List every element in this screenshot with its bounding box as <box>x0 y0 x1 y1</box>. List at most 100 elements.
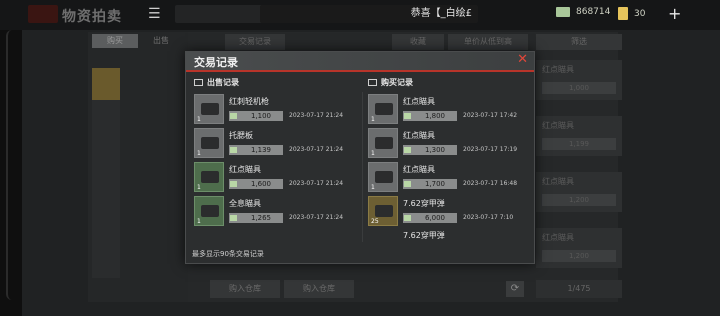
filter-button[interactable]: 筛选 <box>536 34 622 50</box>
buy-record-row: 1 红点瞄具 1,800 2023-07-17 17:42 <box>368 94 534 124</box>
add-currency-button[interactable]: + <box>668 4 681 23</box>
price-bar: 1,300 <box>403 145 457 155</box>
price-value: 1,600 <box>250 180 272 188</box>
item-thumbnail: 1 <box>368 128 398 158</box>
item-name: 红点瞄具 <box>542 177 574 186</box>
item-thumbnail: 25 <box>368 196 398 226</box>
category-active[interactable] <box>92 68 120 100</box>
collect-button[interactable]: 收藏 <box>392 34 444 50</box>
sell-button[interactable]: 购入仓库 <box>284 280 354 298</box>
cash-amount: 868714 <box>576 7 611 17</box>
item-thumbnail: 1 <box>194 128 224 158</box>
list-item[interactable]: 红点瞄具 1,000 <box>536 60 622 100</box>
close-icon[interactable]: ✕ <box>517 52 528 67</box>
buy-sell-toggle: 购买 出售 <box>92 34 184 48</box>
item-count: 1 <box>197 218 201 225</box>
back-button[interactable] <box>28 5 58 23</box>
record-date: 2023-07-17 17:42 <box>463 112 518 119</box>
ammo-icon <box>375 205 393 217</box>
item-thumbnail: 1 <box>194 196 224 226</box>
coupon-icon <box>618 7 628 20</box>
price-value: 1,300 <box>424 146 446 154</box>
left-edge-curve <box>6 30 18 300</box>
cash-display: 868714 <box>556 7 610 17</box>
cash-icon <box>230 215 237 221</box>
buy-records-header: 购买记录 <box>368 77 413 88</box>
cash-icon <box>404 147 411 153</box>
right-item-column: 红点瞄具 1,000 红点瞄具 1,199 红点瞄具 1,200 红点瞄具 1,… <box>536 60 622 300</box>
item-name: 红点瞄具 <box>403 131 435 140</box>
buy-record-row: 1 红点瞄具 1,300 2023-07-17 17:19 <box>368 128 534 158</box>
cash-icon <box>230 113 237 119</box>
item-thumbnail: 1 <box>368 162 398 192</box>
sell-records-header: 出售记录 <box>194 77 239 88</box>
cash-icon <box>404 181 411 187</box>
item-name: 托腮板 <box>229 131 253 140</box>
record-date: 2023-07-17 21:24 <box>289 146 344 153</box>
price-value: 6,000 <box>424 214 446 222</box>
trade-record-button[interactable]: 交易记录 <box>225 34 285 50</box>
item-name: 7.62穿甲弹 <box>403 231 445 240</box>
page-title: 物资拍卖 <box>62 9 122 25</box>
record-date: 2023-07-17 16:48 <box>463 180 518 187</box>
price-bar: 1,800 <box>403 111 457 121</box>
stock-pad-icon <box>201 137 219 149</box>
item-name: 红刺轻机枪 <box>229 97 269 106</box>
item-count: 1 <box>371 150 375 157</box>
item-price: 1,199 <box>542 138 616 150</box>
item-name: 红点瞄具 <box>542 121 574 130</box>
sell-records-title: 出售记录 <box>207 78 239 87</box>
record-date: 2023-07-17 21:24 <box>289 180 344 187</box>
item-thumbnail: 1 <box>368 94 398 124</box>
header-accent <box>186 70 534 72</box>
mail-icon <box>194 79 203 86</box>
machine-gun-icon <box>201 103 219 115</box>
warehouse-button[interactable]: 购入仓库 <box>210 280 280 298</box>
item-thumbnail: 1 <box>194 94 224 124</box>
price-bar: 6,000 <box>403 213 457 223</box>
red-dot-sight-icon <box>375 103 393 115</box>
sell-record-row: 1 全息瞄具 1,265 2023-07-17 21:24 <box>194 196 360 226</box>
price-bar: 1,100 <box>229 111 283 121</box>
cash-icon <box>404 215 411 221</box>
cash-icon <box>404 113 411 119</box>
price-value: 1,800 <box>424 112 446 120</box>
record-date: 2023-07-17 21:24 <box>289 214 344 221</box>
column-divider <box>362 92 363 242</box>
price-bar: 1,265 <box>229 213 283 223</box>
refresh-icon[interactable]: ⟳ <box>506 281 524 297</box>
item-count: 1 <box>371 116 375 123</box>
footer-note: 最多显示90条交易记录 <box>192 250 264 258</box>
cash-icon <box>556 7 570 17</box>
sell-record-row: 1 红点瞄具 1,600 2023-07-17 21:24 <box>194 162 360 192</box>
list-item[interactable]: 红点瞄具 1,200 <box>536 172 622 212</box>
item-count: 1 <box>197 150 201 157</box>
top-bar: 物资拍卖 ☰ 恭喜【_白绘£ 868714 30 + <box>0 0 720 30</box>
buy-records-title: 购买记录 <box>381 78 413 87</box>
item-price: 1,200 <box>542 250 616 262</box>
price-value: 1,139 <box>250 146 272 154</box>
item-price: 1,000 <box>542 82 616 94</box>
price-value: 1,265 <box>250 214 272 222</box>
menu-icon[interactable]: ☰ <box>148 6 161 22</box>
sort-dropdown[interactable]: 单价从低到高 <box>448 34 528 50</box>
record-date: 2023-07-17 7:10 <box>463 214 514 221</box>
list-item[interactable]: 红点瞄具 1,199 <box>536 116 622 156</box>
tab-sell[interactable]: 出售 <box>138 34 184 48</box>
item-name: 红点瞄具 <box>542 65 574 74</box>
price-bar: 1,700 <box>403 179 457 189</box>
list-item[interactable]: 红点瞄具 1,200 <box>536 228 622 268</box>
coupon-display: 30 <box>618 7 645 20</box>
red-dot-sight-icon <box>375 171 393 183</box>
item-name: 红点瞄具 <box>542 233 574 242</box>
buy-record-row: 1 红点瞄具 1,700 2023-07-17 16:48 <box>368 162 534 192</box>
tab-buy[interactable]: 购买 <box>92 34 138 48</box>
item-price: 1,200 <box>542 194 616 206</box>
price-bar: 1,139 <box>229 145 283 155</box>
sell-record-row: 1 托腮板 1,139 2023-07-17 21:24 <box>194 128 360 158</box>
cash-icon <box>230 181 237 187</box>
page-indicator: 1/475 <box>536 280 622 298</box>
item-name: 红点瞄具 <box>403 165 435 174</box>
modal-header: 交易记录 ✕ <box>186 52 534 70</box>
price-bar: 1,600 <box>229 179 283 189</box>
